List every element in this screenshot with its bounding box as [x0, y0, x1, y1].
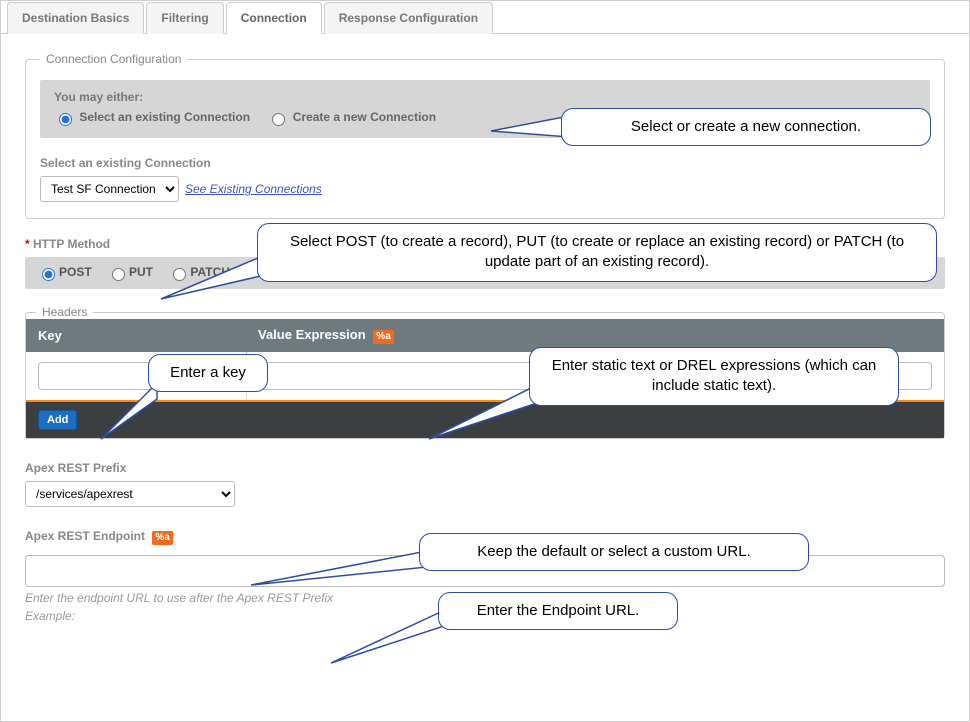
- radio-new-connection-label: Create a new Connection: [293, 110, 436, 124]
- radio-patch[interactable]: PATCH: [168, 265, 230, 279]
- radio-post-input[interactable]: [42, 268, 55, 281]
- headers-col-value-text: Value Expression: [258, 327, 366, 342]
- apex-prefix-select[interactable]: /services/apexrest: [25, 481, 235, 507]
- radio-new-connection-input[interactable]: [272, 113, 285, 126]
- drel-badge-icon: %a: [373, 330, 393, 344]
- add-header-button[interactable]: Add: [38, 410, 77, 430]
- callout-connection: Select or create a new connection.: [561, 108, 931, 146]
- connection-prompt: You may either:: [54, 90, 916, 104]
- callout-key: Enter a key: [148, 354, 268, 392]
- existing-connection-select[interactable]: Test SF Connection: [40, 176, 179, 202]
- radio-put-input[interactable]: [112, 268, 125, 281]
- radio-patch-label: PATCH: [190, 265, 230, 279]
- tab-response-configuration[interactable]: Response Configuration: [324, 2, 493, 34]
- radio-post[interactable]: POST: [37, 265, 92, 279]
- radio-post-label: POST: [59, 265, 92, 279]
- callout-http-method: Select POST (to create a record), PUT (t…: [257, 223, 937, 282]
- headers-legend: Headers: [36, 305, 93, 319]
- radio-patch-input[interactable]: [173, 268, 186, 281]
- radio-new-connection[interactable]: Create a new Connection: [267, 110, 436, 124]
- tab-filtering[interactable]: Filtering: [146, 2, 223, 34]
- headers-add-row: Add: [26, 400, 944, 438]
- apex-endpoint-label-text: Apex REST Endpoint: [25, 529, 145, 543]
- existing-connection-label: Select an existing Connection: [40, 156, 930, 170]
- tab-bar: Destination Basics Filtering Connection …: [1, 1, 969, 34]
- tab-destination-basics[interactable]: Destination Basics: [7, 2, 144, 34]
- callout-prefix: Keep the default or select a custom URL.: [419, 533, 809, 571]
- radio-put-label: PUT: [129, 265, 153, 279]
- headers-col-key: Key: [26, 319, 246, 352]
- tab-connection[interactable]: Connection: [226, 2, 322, 34]
- callout-value: Enter static text or DREL expressions (w…: [529, 347, 899, 406]
- drel-badge-icon: %a: [152, 531, 172, 545]
- callout-endpoint: Enter the Endpoint URL.: [438, 592, 678, 630]
- apex-prefix-label: Apex REST Prefix: [25, 461, 945, 475]
- radio-existing-connection-label: Select an existing Connection: [79, 110, 250, 124]
- radio-existing-connection-input[interactable]: [59, 113, 72, 126]
- radio-existing-connection[interactable]: Select an existing Connection: [54, 110, 253, 124]
- connection-configuration-legend: Connection Configuration: [40, 52, 187, 66]
- radio-put[interactable]: PUT: [107, 265, 153, 279]
- see-existing-connections-link[interactable]: See Existing Connections: [185, 182, 322, 196]
